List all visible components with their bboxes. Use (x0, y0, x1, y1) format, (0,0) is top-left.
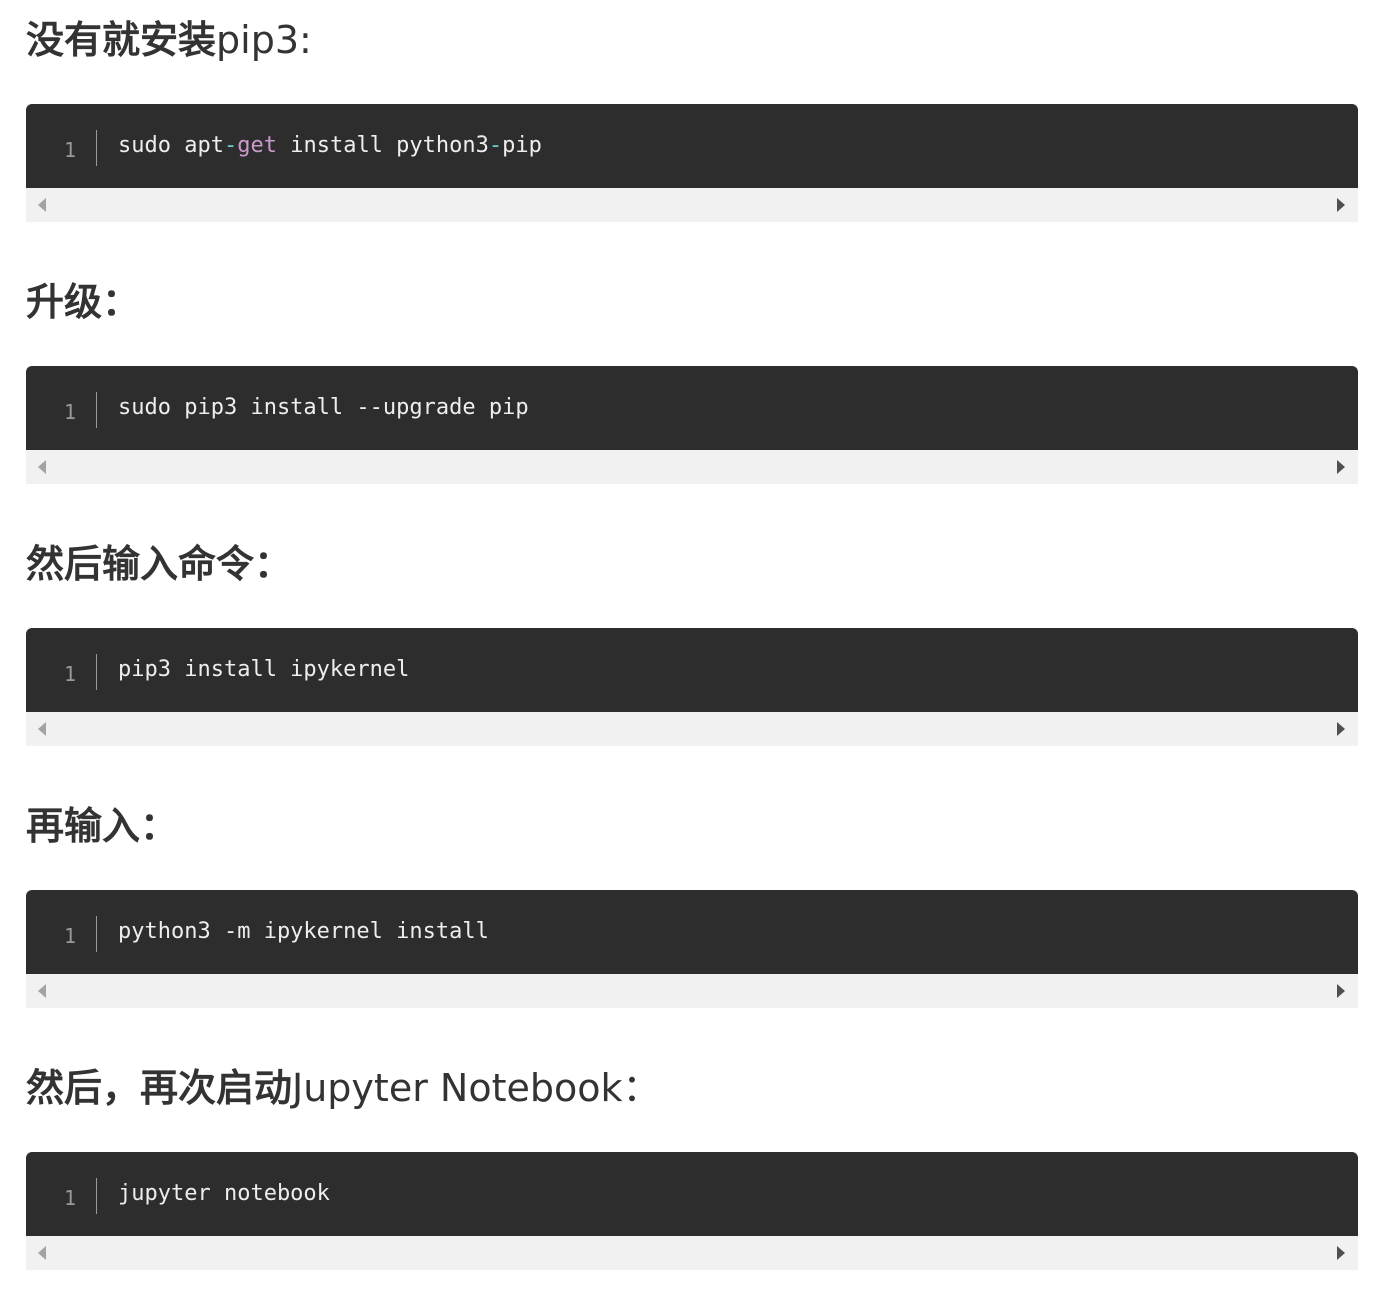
code-block-upgrade-pip: 1 sudo pip3 install --upgrade pip (26, 366, 1358, 484)
heading-plain-text: pip3: (216, 18, 312, 62)
code-line[interactable]: sudo apt-get install python3-pip (118, 133, 542, 159)
section-heading-enter-again: 再输入： (26, 804, 178, 848)
code-area[interactable]: 1 sudo apt-get install python3-pip (26, 104, 1358, 188)
code-token-op: - (223, 133, 238, 158)
horizontal-scrollbar[interactable] (26, 1236, 1358, 1270)
code-block-jupyter-notebook: 1 jupyter notebook (26, 1152, 1358, 1270)
heading-strong-text: 然后，再次启动 (26, 1066, 293, 1110)
gutter-separator (96, 654, 97, 690)
scroll-left-arrow-icon[interactable] (38, 460, 46, 474)
section-heading-install-pip3: 没有就安装pip3: (26, 18, 312, 62)
horizontal-scrollbar[interactable] (26, 974, 1358, 1008)
code-block-install-pip3: 1 sudo apt-get install python3-pip (26, 104, 1358, 222)
code-token-op: - (488, 133, 503, 158)
code-token-kw: get (237, 133, 277, 158)
scroll-left-arrow-icon[interactable] (38, 984, 46, 998)
scroll-right-arrow-icon[interactable] (1337, 198, 1345, 212)
horizontal-scrollbar[interactable] (26, 188, 1358, 222)
code-block-register-kernel: 1 python3 -m ipykernel install (26, 890, 1358, 1008)
code-token-plain: jupyter notebook (118, 1181, 330, 1206)
code-token-plain: sudo apt (118, 133, 224, 158)
heading-plain-text: Jupyter Notebook： (292, 1066, 661, 1110)
scroll-right-arrow-icon[interactable] (1337, 460, 1345, 474)
code-token-plain: install python3 (276, 133, 489, 158)
scroll-right-arrow-icon[interactable] (1337, 984, 1345, 998)
scroll-right-arrow-icon[interactable] (1337, 1246, 1345, 1260)
section-heading-upgrade: 升级： (26, 280, 140, 324)
heading-strong-text: 没有就安装 (26, 18, 217, 62)
code-block-install-ipykernel: 1 pip3 install ipykernel (26, 628, 1358, 746)
code-area[interactable]: 1 pip3 install ipykernel (26, 628, 1358, 712)
code-area[interactable]: 1 python3 -m ipykernel install (26, 890, 1358, 974)
code-area[interactable]: 1 sudo pip3 install --upgrade pip (26, 366, 1358, 450)
gutter-separator (96, 1178, 97, 1214)
code-token-plain: pip (502, 133, 542, 158)
code-line[interactable]: pip3 install ipykernel (118, 657, 409, 683)
horizontal-scrollbar[interactable] (26, 712, 1358, 746)
scroll-right-arrow-icon[interactable] (1337, 722, 1345, 736)
code-token-plain: pip3 install ipykernel (118, 657, 410, 682)
line-number: 1 (64, 662, 77, 686)
heading-strong-text: 然后输入命令： (26, 542, 293, 586)
gutter-separator (96, 916, 97, 952)
horizontal-scrollbar[interactable] (26, 450, 1358, 484)
heading-strong-text: 升级： (26, 280, 141, 324)
line-number: 1 (64, 400, 77, 424)
line-number: 1 (64, 1186, 77, 1210)
line-number: 1 (64, 924, 77, 948)
section-heading-restart-jupyter: 然后，再次启动Jupyter Notebook： (26, 1066, 660, 1110)
gutter-separator (96, 392, 97, 428)
scroll-left-arrow-icon[interactable] (38, 722, 46, 736)
code-token-plain: sudo pip3 install --upgrade pip (118, 395, 529, 420)
gutter-separator (96, 130, 97, 166)
code-line[interactable]: python3 -m ipykernel install (118, 919, 489, 945)
code-token-plain: python3 -m ipykernel install (118, 919, 489, 944)
code-line[interactable]: jupyter notebook (118, 1181, 330, 1207)
code-area[interactable]: 1 jupyter notebook (26, 1152, 1358, 1236)
heading-strong-text: 再输入： (26, 804, 179, 848)
section-heading-enter-command: 然后输入命令： (26, 542, 292, 586)
code-line[interactable]: sudo pip3 install --upgrade pip (118, 395, 529, 421)
scroll-left-arrow-icon[interactable] (38, 198, 46, 212)
scroll-left-arrow-icon[interactable] (38, 1246, 46, 1260)
line-number: 1 (64, 138, 77, 162)
